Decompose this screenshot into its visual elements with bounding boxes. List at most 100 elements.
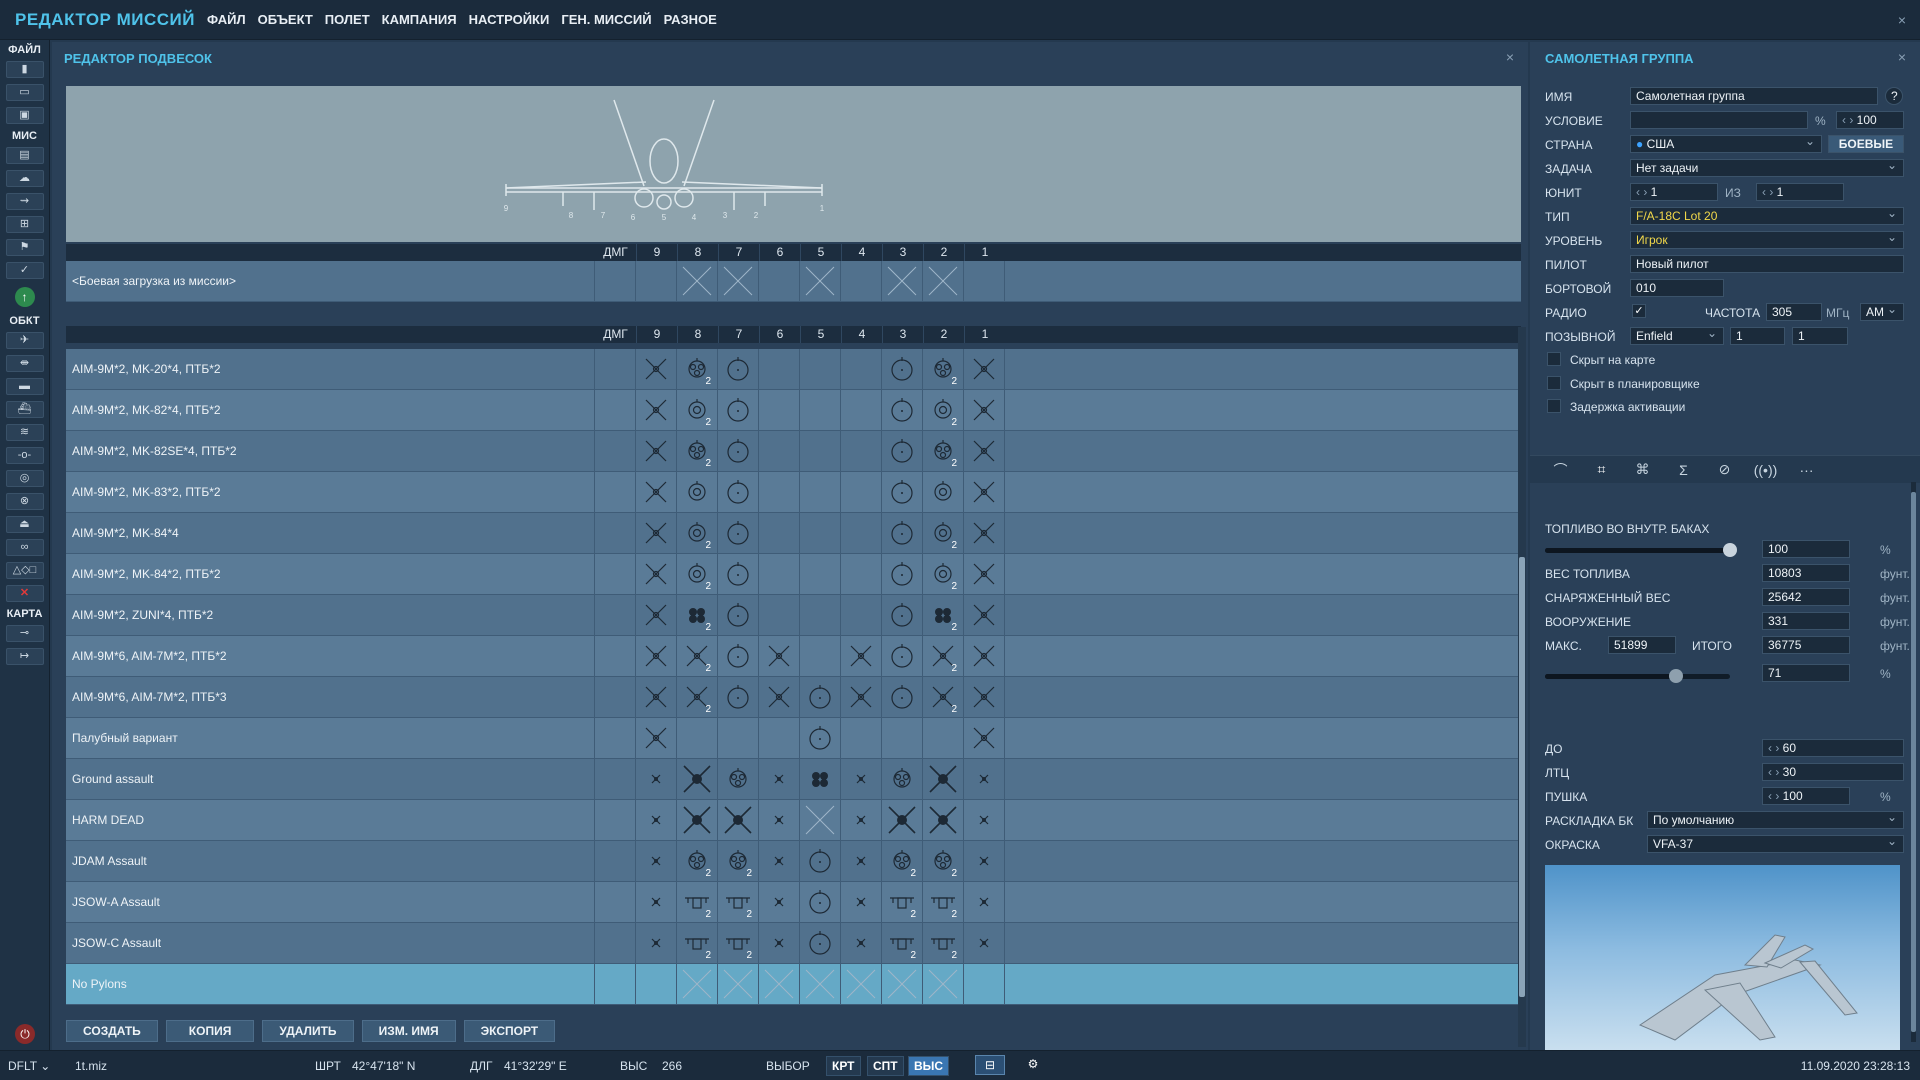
station-cell-4[interactable] <box>841 882 882 922</box>
station-cell-3[interactable] <box>882 513 923 553</box>
create-button[interactable]: СОЗДАТЬ <box>66 1020 158 1042</box>
ammo-select[interactable]: По умолчанию <box>1647 811 1904 829</box>
station-cell-1[interactable] <box>964 759 1005 799</box>
station-cell-8[interactable]: 2 <box>677 513 718 553</box>
loadout-row[interactable]: JSOW-C Assault 2 2 2 2 <box>66 923 1521 964</box>
menu-object[interactable]: ОБЪЕКТ <box>258 12 313 27</box>
station-cell-5[interactable] <box>800 800 841 840</box>
fly-mission-icon[interactable]: ↑ <box>14 287 35 307</box>
weight-slider-knob[interactable] <box>1669 669 1684 683</box>
exit-icon[interactable]: ⏻ <box>15 1024 35 1044</box>
unit-icon[interactable]: ⏏ <box>5 516 44 533</box>
chaff-stepper[interactable]: 60 <box>1762 739 1904 757</box>
station-cell-2[interactable]: 2 <box>923 882 964 922</box>
station-cell-3[interactable] <box>882 554 923 594</box>
station-cell-7[interactable]: 2 <box>718 882 759 922</box>
loadout-row[interactable]: AIM-9M*2, MK-84*4 2 2 <box>66 513 1521 554</box>
map-layer-icon[interactable]: ⊟ <box>975 1055 1005 1075</box>
station-cell-9[interactable] <box>636 595 677 635</box>
copy-button[interactable]: КОПИЯ <box>165 1020 255 1042</box>
fuel-percent-input[interactable]: 100 <box>1762 540 1850 558</box>
station-cell-3[interactable] <box>882 677 923 717</box>
waypoint-icon[interactable]: -o- <box>5 447 44 464</box>
station-cell-1[interactable] <box>964 800 1005 840</box>
payload-icon[interactable]: ⌗ <box>1581 461 1622 478</box>
loadout-row[interactable]: AIM-9M*2, MK-82*4, ПТБ*2 2 2 <box>66 390 1521 431</box>
station-cell-2[interactable] <box>923 800 964 840</box>
menu-file[interactable]: ФАЙЛ <box>207 12 246 27</box>
route-icon[interactable]: ⌒ <box>1540 460 1581 480</box>
station-cell-9[interactable] <box>636 554 677 594</box>
loadout-row[interactable]: Ground assault <box>66 759 1521 800</box>
loadout-row[interactable]: Палубный вариант <box>66 718 1521 759</box>
station-cell-6[interactable] <box>759 431 800 471</box>
station-cell-4[interactable] <box>841 595 882 635</box>
station-cell-6[interactable] <box>759 349 800 389</box>
delete-icon[interactable]: ✕ <box>5 585 44 602</box>
station-cell-8[interactable]: 2 <box>677 390 718 430</box>
mission-loadout-row[interactable]: <Боевая загрузка из миссии> <box>66 261 1521 302</box>
station-cell-4[interactable] <box>841 800 882 840</box>
triggers-icon[interactable]: ⇝ <box>5 193 44 210</box>
station-cell-8[interactable] <box>677 964 718 1004</box>
pilot-input[interactable]: Новый пилот <box>1630 255 1904 273</box>
station-cell-1[interactable] <box>964 390 1005 430</box>
loadout-row[interactable]: AIM-9M*2, MK-84*2, ПТБ*2 2 2 <box>66 554 1521 595</box>
station-cell-9[interactable] <box>636 841 677 881</box>
station-cell-1[interactable] <box>964 718 1005 758</box>
task-select[interactable]: Нет задачи <box>1630 159 1904 177</box>
station-cell-4[interactable] <box>841 964 882 1004</box>
station-cell-4[interactable] <box>841 923 882 963</box>
station-cell-7[interactable] <box>718 513 759 553</box>
condition-input[interactable] <box>1630 111 1808 129</box>
app-close-button[interactable]: × <box>1898 12 1906 28</box>
save-file-icon[interactable]: ▣ <box>5 107 44 124</box>
station-cell-8[interactable]: 2 <box>677 431 718 471</box>
menu-misc[interactable]: РАЗНОЕ <box>664 12 717 27</box>
station-cell-8[interactable] <box>677 261 718 301</box>
unit-total-stepper[interactable]: 1 <box>1756 183 1844 201</box>
station-cell-5[interactable] <box>800 677 841 717</box>
station-cell-9[interactable] <box>636 431 677 471</box>
summary-icon[interactable]: Σ <box>1663 462 1704 478</box>
check-icon[interactable]: ✓ <box>5 262 44 279</box>
station-cell-3[interactable] <box>882 759 923 799</box>
layer-select[interactable]: DFLT ⌄ <box>8 1059 50 1073</box>
station-cell-9[interactable] <box>636 261 677 301</box>
station-cell-3[interactable] <box>882 800 923 840</box>
station-cell-8[interactable]: 2 <box>677 636 718 676</box>
station-cell-5[interactable] <box>800 841 841 881</box>
station-cell-7[interactable] <box>718 759 759 799</box>
station-cell-7[interactable] <box>718 964 759 1004</box>
loadout-row[interactable]: AIM-9M*2, MK-83*2, ПТБ*2 <box>66 472 1521 513</box>
station-cell-4[interactable] <box>841 636 882 676</box>
station-cell-3[interactable]: 2 <box>882 923 923 963</box>
station-cell-6[interactable] <box>759 595 800 635</box>
station-cell-2[interactable]: 2 <box>923 595 964 635</box>
map-options-icon[interactable]: ⊸ <box>5 625 44 642</box>
scrollbar-thumb[interactable] <box>1911 492 1916 1032</box>
zones-icon[interactable]: ⊞ <box>5 216 44 233</box>
briefing-icon[interactable]: ▤ <box>5 147 44 164</box>
station-cell-4[interactable] <box>841 513 882 553</box>
station-cell-3[interactable] <box>882 964 923 1004</box>
station-cell-9[interactable] <box>636 636 677 676</box>
loadout-row[interactable]: AIM-9M*2, ZUNI*4, ПТБ*2 2 2 <box>66 595 1521 636</box>
help-button[interactable]: ? <box>1885 87 1903 105</box>
station-cell-1[interactable] <box>964 923 1005 963</box>
station-cell-4[interactable] <box>841 431 882 471</box>
loadout-row[interactable]: No Pylons <box>66 964 1521 1005</box>
station-cell-5[interactable] <box>800 595 841 635</box>
station-cell-9[interactable] <box>636 759 677 799</box>
late-activation-checkbox[interactable] <box>1547 399 1561 413</box>
station-cell-2[interactable] <box>923 261 964 301</box>
station-cell-6[interactable] <box>759 882 800 922</box>
station-cell-7[interactable] <box>718 261 759 301</box>
station-cell-7[interactable]: 2 <box>718 923 759 963</box>
station-cell-5[interactable] <box>800 964 841 1004</box>
station-cell-1[interactable] <box>964 636 1005 676</box>
station-cell-3[interactable]: 2 <box>882 841 923 881</box>
station-cell-9[interactable] <box>636 800 677 840</box>
station-cell-5[interactable] <box>800 554 841 594</box>
modulation-select[interactable]: AM <box>1860 303 1904 321</box>
